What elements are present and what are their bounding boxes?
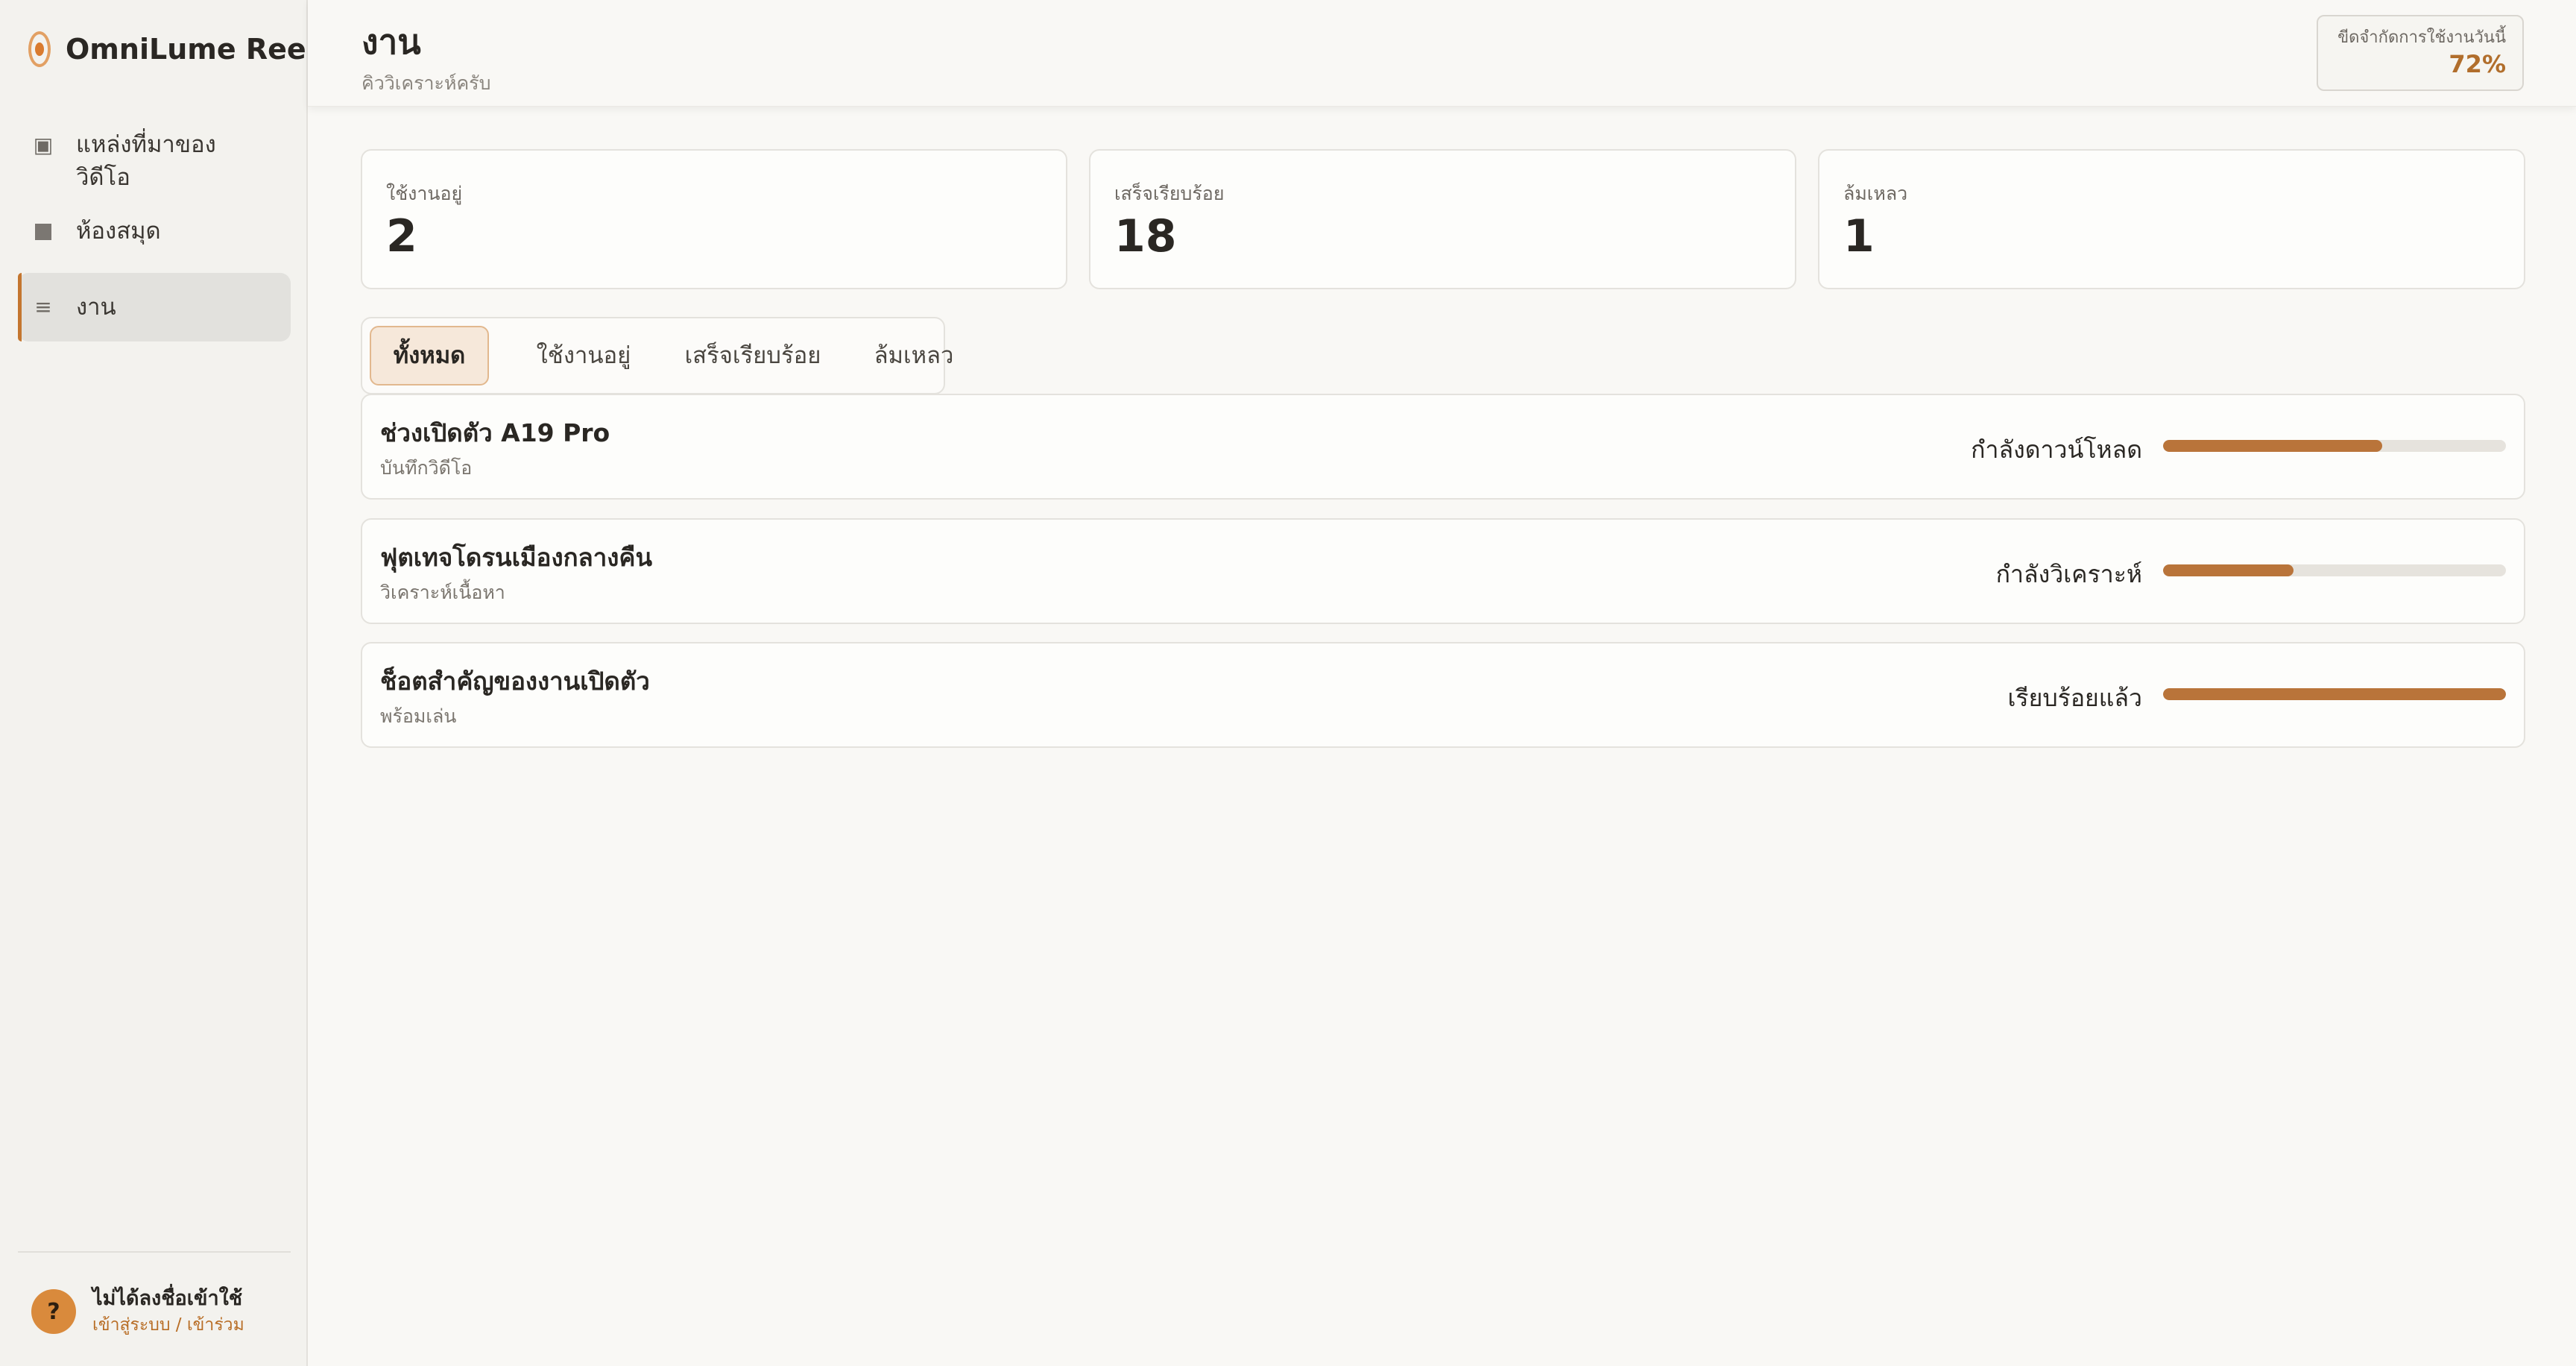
user-panel[interactable]: ? ไม่ได้ลงชื่อเข้าใช้ เข้าสู่ระบบ / เข้า… — [18, 1253, 291, 1338]
progress-fill — [2163, 440, 2383, 452]
stat-value: 2 — [386, 210, 417, 262]
sidebar-item-label: แหล่งที่มาของวิดีโอ — [76, 131, 216, 191]
square-icon — [33, 215, 54, 251]
sidebar-item-jobs[interactable]: ≡ งาน — [18, 273, 291, 342]
job-status: กำลังวิเคราะห์ — [1995, 560, 2142, 588]
job-status: เรียบร้อยแล้ว — [2007, 684, 2142, 712]
sidebar-item-video-sources[interactable]: ▣ แหล่งที่มาของวิดีโอ — [18, 119, 291, 203]
job-stage: พร้อมเล่น — [380, 705, 457, 727]
tab-failed[interactable]: ล้มเหลว — [821, 326, 1006, 385]
brand-logo-icon — [28, 31, 51, 67]
job-row[interactable]: ฟุตเทจโดรนเมืองกลางคืน วิเคราะห์เนื้อหา … — [361, 518, 2525, 624]
job-status: กำลังดาวน์โหลด — [1971, 435, 2142, 464]
tab-all[interactable]: ทั้งหมด — [370, 326, 489, 385]
page-header: งาน คิววิเคราะห์ครับ ขีดจำกัดการใช้งานวั… — [308, 0, 2576, 107]
app-window: OmniLume Reel ▣ แหล่งที่มาของวิดีโอ ห้อง… — [0, 0, 2576, 1366]
job-progress-bar — [2163, 440, 2506, 452]
stat-value: 1 — [1843, 210, 1875, 262]
job-title: ช็อตสำคัญของงานเปิดตัว — [380, 667, 650, 696]
job-row[interactable]: ช็อตสำคัญของงานเปิดตัว พร้อมเล่น เรียบร้… — [361, 642, 2525, 748]
tab-active[interactable]: ใช้งานอยู่ — [507, 326, 660, 385]
stat-label: ล้มเหลว — [1843, 183, 1908, 204]
job-title: ช่วงเปิดตัว A19 Pro — [380, 418, 610, 447]
avatar[interactable]: ? — [31, 1289, 76, 1334]
sidebar-footer: ? ไม่ได้ลงชื่อเข้าใช้ เข้าสู่ระบบ / เข้า… — [18, 1251, 291, 1338]
progress-fill — [2163, 564, 2294, 576]
job-stage: บันทึกวิดีโอ — [380, 457, 473, 479]
progress-fill — [2163, 688, 2506, 700]
stat-label: ใช้งานอยู่ — [386, 183, 463, 204]
sidebar-nav: ▣ แหล่งที่มาของวิดีโอ ห้องสมุด ≡ งาน — [18, 119, 291, 342]
job-filter-tabs: ทั้งหมด ใช้งานอยู่ เสร็จเรียบร้อย ล้มเหล… — [361, 317, 953, 394]
job-row[interactable]: ช่วงเปิดตัว A19 Pro บันทึกวิดีโอ กำลังดา… — [361, 394, 2525, 500]
sidebar: OmniLume Reel ▣ แหล่งที่มาของวิดีโอ ห้อง… — [0, 0, 316, 1366]
job-stage: วิเคราะห์เนื้อหา — [380, 582, 505, 603]
stat-card-active: ใช้งานอยู่ 2 — [361, 149, 1067, 289]
sidebar-item-label: งาน — [76, 294, 116, 321]
list-icon: ≡ — [34, 295, 52, 319]
login-join-link[interactable]: เข้าสู่ระบบ / เข้าร่วม — [92, 1312, 244, 1338]
sidebar-item-label: ห้องสมุด — [76, 218, 161, 245]
quota-label: ขีดจำกัดการใช้งานวันนี้ — [2337, 28, 2506, 47]
quota-value: 72% — [2449, 50, 2506, 78]
job-progress-bar — [2163, 564, 2506, 576]
stat-card-completed: เสร็จเรียบร้อย 18 — [1089, 149, 1796, 289]
user-status: ไม่ได้ลงชื่อเข้าใช้ — [92, 1287, 243, 1310]
stat-value: 18 — [1114, 210, 1177, 262]
video-square-icon: ▣ — [33, 133, 54, 157]
brand[interactable]: OmniLume Reel — [28, 27, 316, 72]
stat-card-failed: ล้มเหลว 1 — [1818, 149, 2525, 289]
job-progress-bar — [2163, 688, 2506, 700]
daily-quota-badge: ขีดจำกัดการใช้งานวันนี้ 72% — [2317, 15, 2524, 91]
page-title: งาน — [362, 22, 421, 62]
brand-name: OmniLume Reel — [66, 33, 316, 66]
page-subtitle: คิววิเคราะห์ครับ — [362, 72, 491, 94]
job-title: ฟุตเทจโดรนเมืองกลางคืน — [380, 543, 653, 572]
sidebar-item-library[interactable]: ห้องสมุด — [18, 206, 291, 259]
stat-label: เสร็จเรียบร้อย — [1114, 183, 1225, 204]
